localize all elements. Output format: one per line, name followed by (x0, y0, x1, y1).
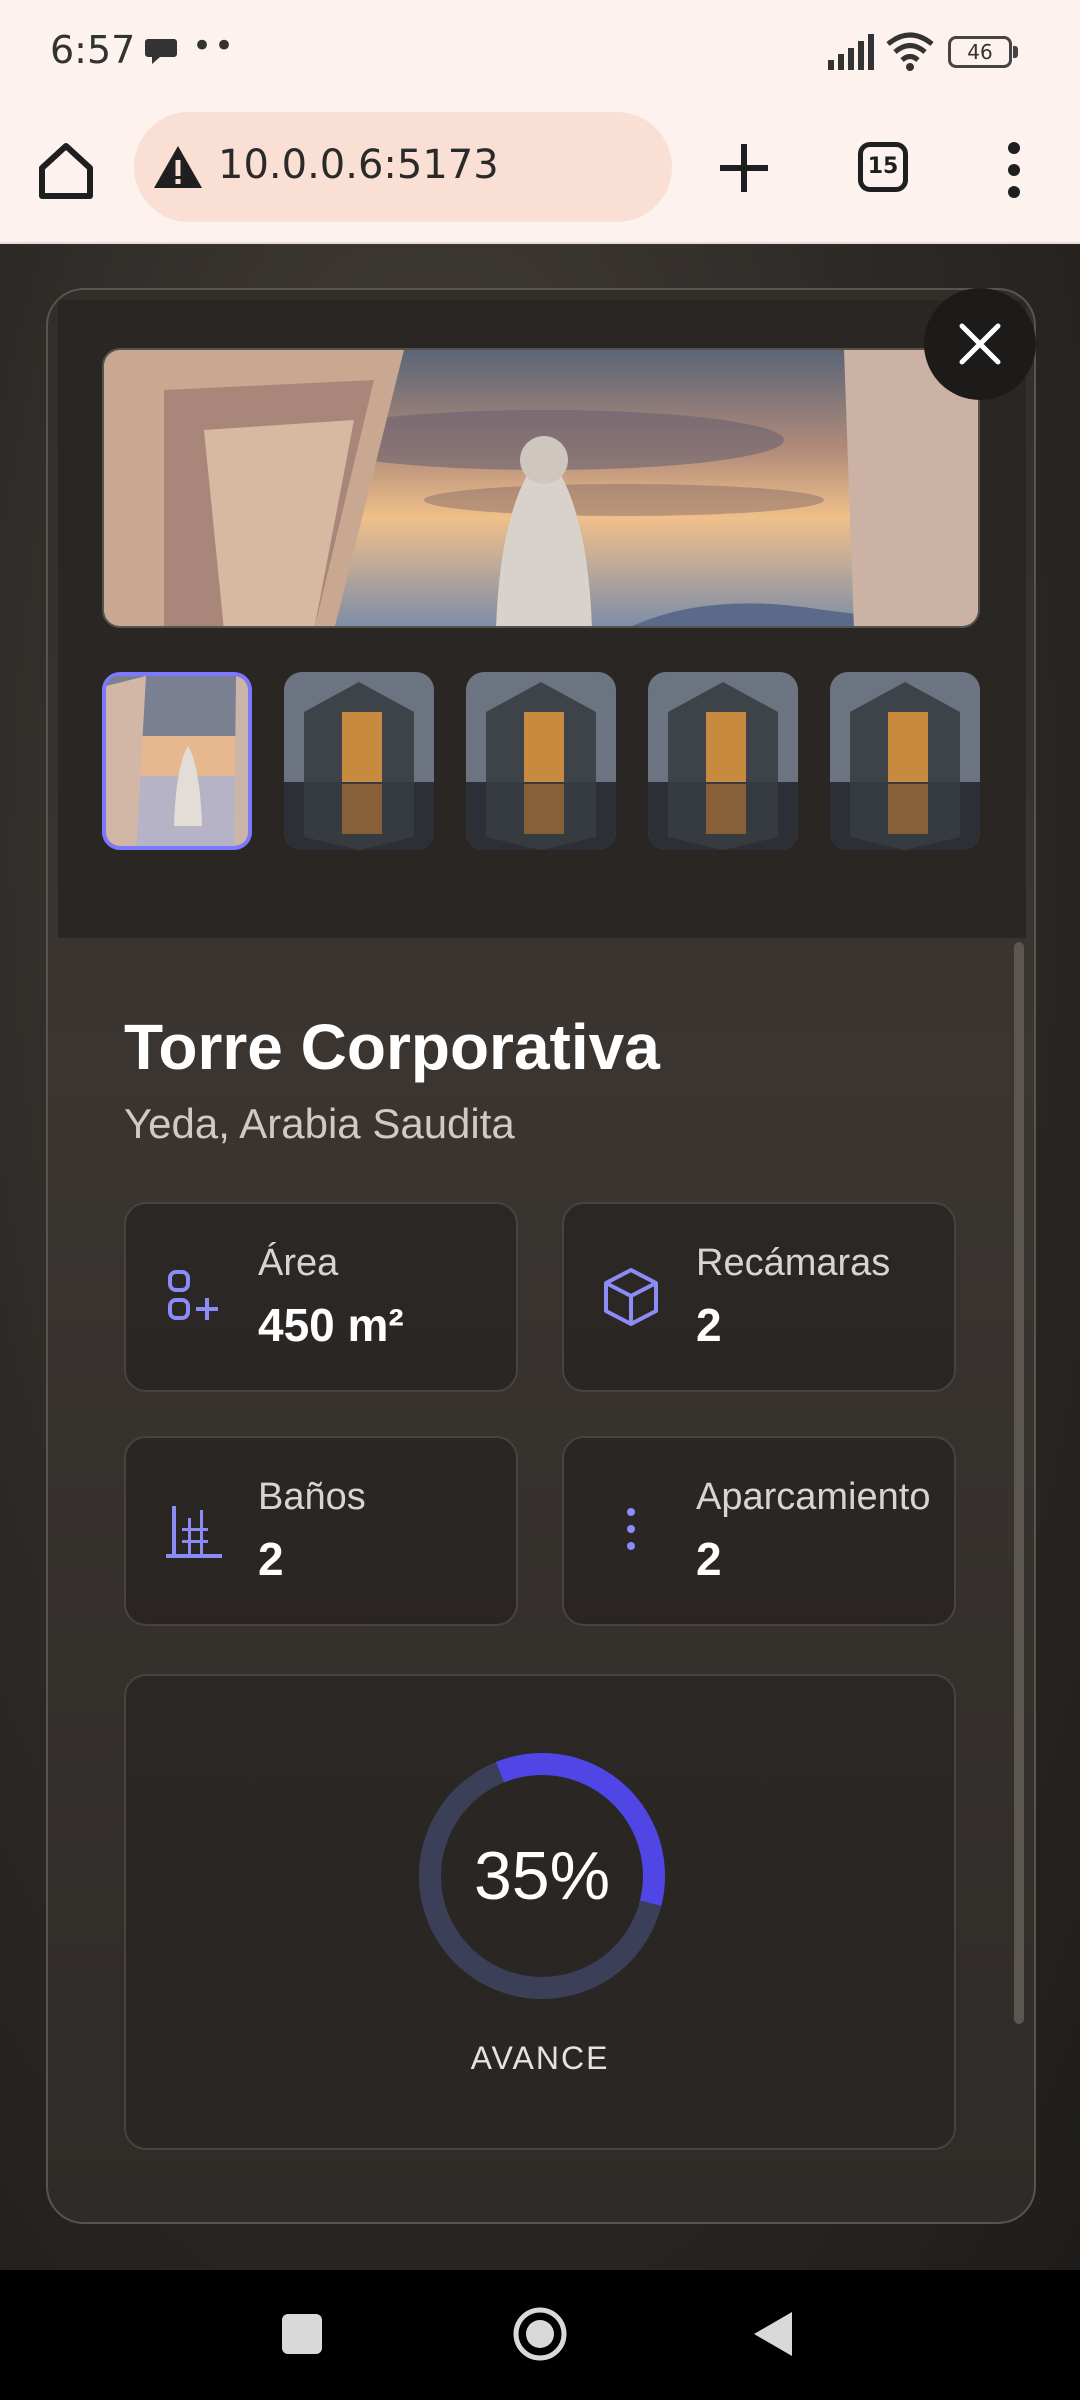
stat-card-parking: Aparcamiento 2 (562, 1436, 956, 1626)
main-image (102, 348, 980, 628)
browser-toolbar: 10.0.0.6:5173 15 (0, 104, 1080, 244)
property-details: Torre Corporativa Yeda, Arabia Saudita (124, 1010, 964, 1148)
wifi-icon (886, 32, 934, 71)
stat-card-area: Área 450 m² (124, 1202, 518, 1392)
home-nav-icon[interactable] (512, 2306, 568, 2362)
address-bar[interactable]: 10.0.0.6:5173 (134, 112, 672, 222)
thumbnail-strip (102, 672, 982, 850)
close-icon[interactable] (924, 288, 1036, 400)
property-location: Yeda, Arabia Saudita (124, 1100, 515, 1147)
more-menu-icon[interactable] (998, 140, 1030, 200)
thumbnail-5[interactable] (830, 672, 980, 850)
status-bar: 6:57 •• 46 (0, 0, 1080, 104)
progress-label: AVANCE (470, 2040, 610, 2076)
thumbnail-3[interactable] (466, 672, 616, 850)
thumbnail-1[interactable] (102, 672, 252, 850)
thumbnail-4[interactable] (648, 672, 798, 850)
progress-percent: 35% (473, 1838, 611, 1914)
signal-icon (828, 34, 874, 70)
stat-label: Área (258, 1242, 339, 1284)
tab-switcher-button[interactable]: 15 (858, 142, 908, 192)
cube-icon (604, 1268, 658, 1326)
dots-vertical-icon (627, 1508, 635, 1550)
property-modal: Torre Corporativa Yeda, Arabia Saudita Á… (46, 288, 1036, 2224)
stat-value: 2 (696, 1533, 722, 1585)
thumbnail-2[interactable] (284, 672, 434, 850)
stat-value: 2 (696, 1299, 722, 1351)
battery-level: 46 (948, 36, 1012, 68)
progress-card: 35% AVANCE (124, 1674, 956, 2150)
battery-icon: 46 (948, 36, 1018, 68)
url-text[interactable]: 10.0.0.6:5173 (218, 142, 499, 188)
message-icon (145, 39, 177, 64)
status-dots: •• (192, 26, 237, 66)
close-button[interactable] (924, 288, 1036, 400)
area-icon (168, 1270, 218, 1320)
home-icon[interactable] (34, 138, 98, 202)
stat-card-bedrooms: Recámaras 2 (562, 1202, 956, 1392)
status-time: 6:57 (50, 28, 136, 72)
stat-value: 450 m² (258, 1299, 404, 1351)
image-gallery (58, 300, 1026, 938)
warning-icon[interactable] (152, 144, 204, 190)
stat-value: 2 (258, 1533, 284, 1585)
stat-label: Baños (258, 1476, 366, 1518)
bath-icon (166, 1506, 222, 1558)
scrollbar[interactable] (1014, 942, 1024, 2024)
new-tab-icon[interactable] (716, 140, 772, 196)
stat-label: Aparcamiento (696, 1476, 931, 1518)
stat-card-bathrooms: Baños 2 (124, 1436, 518, 1626)
property-title: Torre Corporativa (124, 1011, 660, 1083)
back-nav-icon[interactable] (752, 2310, 794, 2358)
stat-label: Recámaras (696, 1242, 891, 1284)
recents-button[interactable] (282, 2314, 322, 2354)
system-nav-bar (0, 2270, 1080, 2400)
